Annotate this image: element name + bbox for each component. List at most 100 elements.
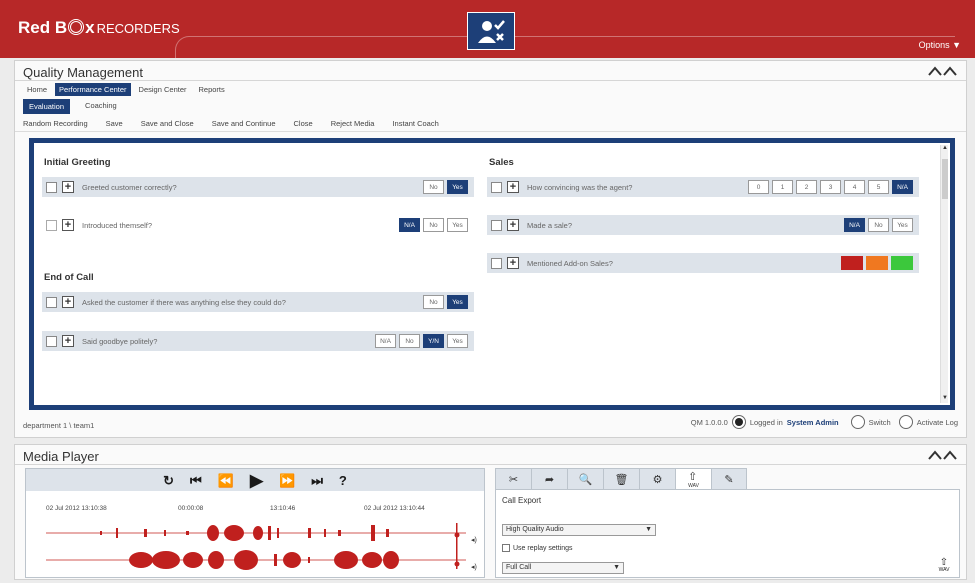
call-range-select[interactable]: Full Call ▼ <box>502 562 624 574</box>
expand-icon[interactable]: + <box>507 219 519 231</box>
nav-performance-center[interactable]: Performance Center <box>55 83 131 96</box>
answer-0[interactable]: 0 <box>748 180 769 194</box>
question-row: + Made a sale? N/A No Yes <box>487 215 919 235</box>
rewind-icon[interactable]: ⏪ <box>218 474 234 487</box>
answer-no[interactable]: No <box>399 334 420 348</box>
call-export-title: Call Export <box>502 496 542 505</box>
chevron-down-icon: ▼ <box>645 526 652 533</box>
export-wav-button[interactable]: ⇧ WAV <box>935 558 953 576</box>
replay-settings-checkbox[interactable] <box>502 544 510 552</box>
player-controls: ↻ ⏮ ⏪ ▶ ⏩ ⏭ ? <box>26 469 484 491</box>
switch-radio[interactable] <box>850 415 865 429</box>
question-checkbox[interactable] <box>491 181 502 193</box>
media-player-title: Media Player <box>23 449 99 464</box>
waveform[interactable] <box>46 515 466 575</box>
form-scrollbar[interactable]: ▲ ▼ <box>940 145 948 403</box>
answer-na[interactable]: N/A <box>844 218 865 232</box>
expand-icon[interactable]: + <box>62 219 74 231</box>
department-path: department 1 \ team1 <box>23 421 95 430</box>
answer-na[interactable]: N/A <box>399 218 420 232</box>
question-checkbox[interactable] <box>46 219 57 231</box>
search-icon[interactable]: 🔍 <box>567 468 603 490</box>
expand-icon[interactable]: + <box>62 181 74 193</box>
rating-green-swatch[interactable] <box>891 256 913 270</box>
collapse-icon[interactable] <box>928 65 958 77</box>
answer-1[interactable]: 1 <box>772 180 793 194</box>
instant-coach-button[interactable]: Instant Coach <box>392 119 438 128</box>
expand-icon[interactable]: + <box>62 296 74 308</box>
question-checkbox[interactable] <box>46 296 57 308</box>
collapse-icon[interactable] <box>928 449 958 461</box>
nav-home[interactable]: Home <box>23 83 51 96</box>
scroll-down-icon[interactable]: ▼ <box>941 395 949 403</box>
answer-yes[interactable]: Yes <box>447 180 468 194</box>
answer-no[interactable]: No <box>423 218 444 232</box>
main-nav: Home Performance Center Design Center Re… <box>23 83 229 96</box>
question-checkbox[interactable] <box>491 257 502 269</box>
reload-icon[interactable]: ↻ <box>163 474 174 487</box>
delete-icon[interactable]: 🗑 <box>603 468 639 490</box>
edit-icon[interactable]: ✎ <box>711 468 747 490</box>
user-name: System Admin <box>786 417 839 427</box>
skip-end-icon[interactable]: ⏭ <box>311 474 323 487</box>
answer-no[interactable]: No <box>868 218 889 232</box>
nav-design-center[interactable]: Design Center <box>135 83 191 96</box>
logo-ring-icon <box>68 19 85 35</box>
quality-management-panel: Quality Management Home Performance Cent… <box>14 60 967 438</box>
answer-3[interactable]: 3 <box>820 180 841 194</box>
wav-icon[interactable]: ⇧ WAV <box>675 468 711 490</box>
tab-evaluation[interactable]: Evaluation <box>23 99 71 114</box>
random-recording-button[interactable]: Random Recording <box>23 119 88 128</box>
answer-yes[interactable]: Yes <box>447 295 468 309</box>
expand-icon[interactable]: + <box>507 181 519 193</box>
volume-icon[interactable]: ◂) <box>471 563 481 575</box>
rating-red-swatch[interactable] <box>841 256 863 270</box>
scroll-up-icon[interactable]: ▲ <box>941 145 949 153</box>
logged-in-radio[interactable] <box>731 415 746 429</box>
reject-media-button[interactable]: Reject Media <box>331 119 375 128</box>
answer-5[interactable]: 5 <box>868 180 889 194</box>
save-button[interactable]: Save <box>106 119 123 128</box>
expand-icon[interactable]: + <box>62 335 74 347</box>
answer-yn[interactable]: Y/N <box>423 334 444 348</box>
audio-player: ↻ ⏮ ⏪ ▶ ⏩ ⏭ ? 02 Jul 2012 13:10:38 00:00… <box>25 468 485 578</box>
question-checkbox[interactable] <box>46 335 57 347</box>
audio-quality-select[interactable]: High Quality Audio ▼ <box>502 524 656 536</box>
rating-orange-swatch[interactable] <box>866 256 888 270</box>
expand-icon[interactable]: + <box>507 257 519 269</box>
scroll-thumb[interactable] <box>942 159 948 199</box>
fast-forward-icon[interactable]: ⏩ <box>279 474 295 487</box>
switch-label: Switch <box>868 417 891 427</box>
save-and-continue-button[interactable]: Save and Continue <box>212 119 276 128</box>
answer-yes[interactable]: Yes <box>447 334 468 348</box>
activate-log-radio[interactable] <box>898 415 913 429</box>
cut-icon[interactable]: ✂ <box>495 468 531 490</box>
answer-2[interactable]: 2 <box>796 180 817 194</box>
save-and-close-button[interactable]: Save and Close <box>141 119 194 128</box>
help-icon[interactable]: ? <box>339 474 347 487</box>
answer-4[interactable]: 4 <box>844 180 865 194</box>
close-button[interactable]: Close <box>294 119 313 128</box>
assign-icon[interactable]: ⚙ <box>639 468 675 490</box>
version-label: QM 1.0.0.0 <box>690 417 728 427</box>
question-row: + How convincing was the agent? 0 1 2 3 … <box>487 177 919 197</box>
answer-yes[interactable]: Yes <box>892 218 913 232</box>
answer-na[interactable]: N/A <box>375 334 396 348</box>
answer-no[interactable]: No <box>423 180 444 194</box>
forward-icon[interactable]: ➦ <box>531 468 567 490</box>
options-menu[interactable]: Options ▼ <box>919 40 961 50</box>
volume-icon[interactable]: ◂) <box>471 536 481 548</box>
qm-title: Quality Management <box>23 65 143 80</box>
tab-coaching[interactable]: Coaching <box>80 99 122 114</box>
answer-no[interactable]: No <box>423 295 444 309</box>
nav-reports[interactable]: Reports <box>195 83 229 96</box>
question-checkbox[interactable] <box>46 181 57 193</box>
question-row: + Said goodbye politely? N/A No Y/N Yes <box>42 331 474 351</box>
header-decoration <box>175 36 955 58</box>
section-initial-greeting: Initial Greeting <box>44 157 111 168</box>
skip-start-icon[interactable]: ⏮ <box>190 474 202 487</box>
question-checkbox[interactable] <box>491 219 502 231</box>
answer-yes[interactable]: Yes <box>447 218 468 232</box>
play-icon[interactable]: ▶ <box>250 472 263 489</box>
answer-na[interactable]: N/A <box>892 180 913 194</box>
